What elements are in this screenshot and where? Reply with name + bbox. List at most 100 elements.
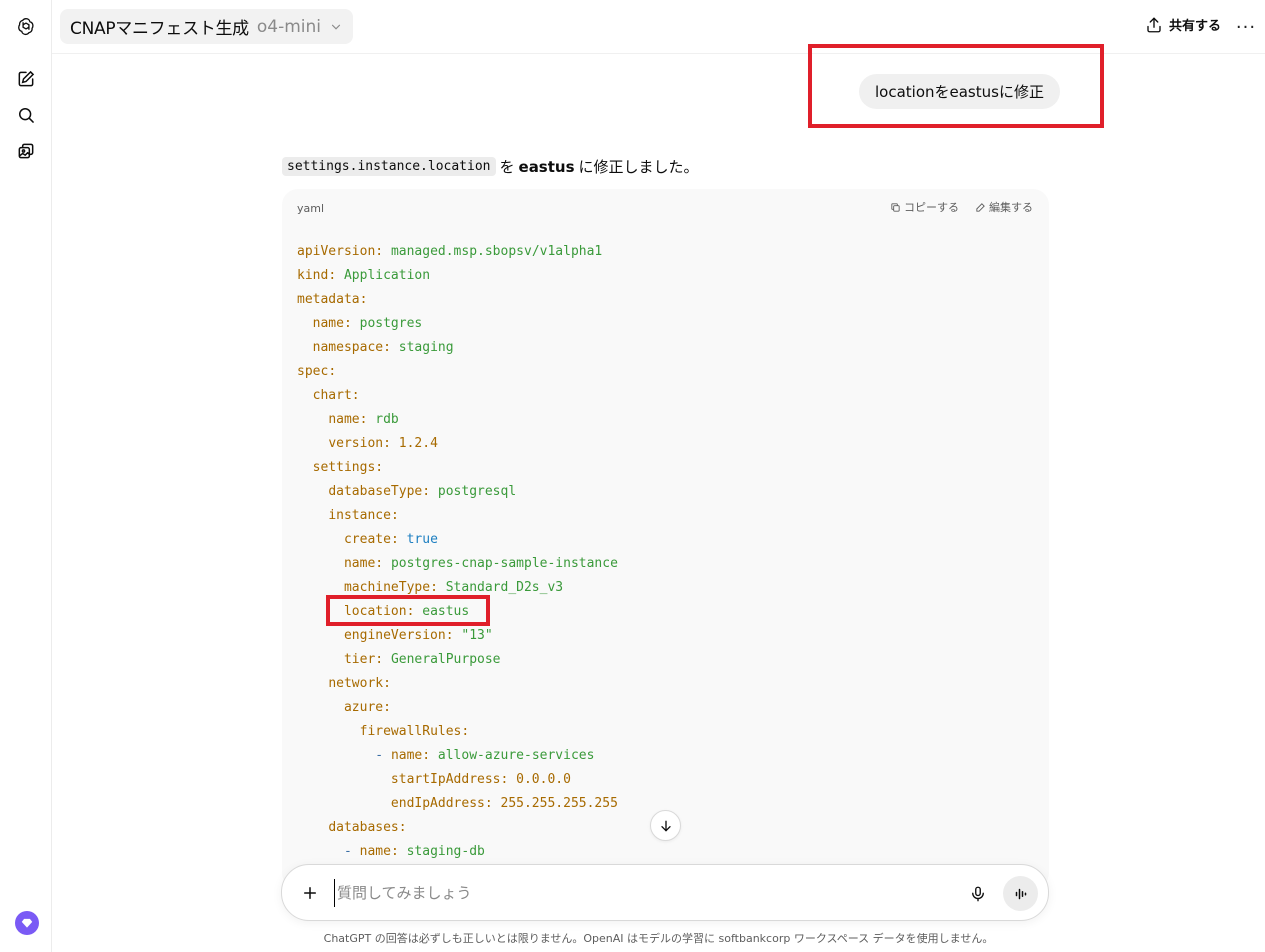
share-icon	[1147, 17, 1161, 32]
yaml-value: Standard_D2s_v3	[445, 580, 564, 595]
chevron-down-icon	[331, 24, 341, 30]
yaml-key: apiVersion	[297, 244, 376, 259]
yaml-key: name	[359, 844, 391, 859]
code-line: startIpAddress: 0.0.0.0	[390, 772, 571, 787]
prompt-input[interactable]	[334, 879, 954, 907]
code-line: instance:	[328, 508, 399, 523]
location-line-highlight	[326, 595, 490, 626]
microphone-icon	[972, 886, 984, 902]
yaml-value: GeneralPurpose	[390, 652, 501, 667]
copy-icon	[891, 202, 900, 212]
yaml-key: instance	[328, 508, 391, 523]
yaml-value: staging	[398, 340, 454, 355]
code-line: metadata:	[297, 292, 368, 307]
code-line: kind: Application	[297, 268, 431, 283]
yaml-key: name	[390, 748, 423, 763]
sidebar	[0, 0, 52, 952]
share-button[interactable]: 共有する	[1145, 15, 1221, 34]
yaml-value: 255.255.255.255	[500, 796, 618, 811]
code-line: create: true	[343, 532, 438, 547]
edit-label: 編集する	[989, 201, 1033, 214]
code-line: engineVersion: "13"	[343, 628, 493, 643]
library-icon[interactable]	[13, 138, 39, 164]
disclaimer-text: ChatGPT の回答は必ずしも正しいとは限りません。OpenAI はモデルの学…	[323, 932, 994, 945]
yaml-key: azure	[343, 700, 384, 715]
yaml-value: "13"	[461, 628, 493, 643]
yaml-value: rdb	[375, 412, 399, 427]
code-block: yaml コピーする 編集する apiVersion: managed.msp.…	[282, 189, 1049, 889]
openai-logo-icon[interactable]	[13, 13, 39, 39]
yaml-key: name	[312, 316, 344, 331]
code-line: chart:	[312, 388, 360, 403]
yaml-value: postgres-cnap-sample-instance	[390, 556, 618, 571]
yaml-key: spec	[297, 364, 329, 379]
assistant-bold: eastus	[518, 157, 575, 176]
code-line: spec:	[297, 364, 337, 379]
yaml-key: metadata	[297, 292, 360, 307]
edit-code-button[interactable]: 編集する	[975, 199, 1033, 215]
yaml-value: allow-azure-services	[437, 748, 595, 763]
dictate-button[interactable]	[966, 882, 990, 906]
yaml-value: postgres	[359, 316, 423, 331]
code-header: yaml コピーする 編集する	[282, 189, 1049, 225]
code-line: name: rdb	[328, 412, 399, 427]
copy-label: コピーする	[904, 201, 959, 214]
yaml-key: chart	[312, 388, 352, 403]
inline-code: settings.instance.location	[282, 157, 496, 176]
composer	[281, 864, 1049, 921]
code-line: settings:	[312, 460, 384, 475]
code-line: name: postgres-cnap-sample-instance	[343, 556, 618, 571]
plus-icon	[304, 887, 316, 899]
yaml-value: true	[406, 532, 438, 547]
code-line: databaseType: postgresql	[328, 484, 517, 499]
code-line: azure:	[343, 700, 391, 715]
waveform-icon	[1015, 888, 1026, 899]
code-line: firewallRules:	[359, 724, 470, 739]
yaml-key: kind	[297, 268, 329, 283]
code-language: yaml	[297, 202, 325, 215]
yaml-key: network	[328, 676, 384, 691]
yaml-value: postgresql	[437, 484, 517, 499]
yaml-key: databaseType	[328, 484, 423, 499]
yaml-key: name	[343, 556, 376, 571]
voice-mode-button[interactable]	[1003, 876, 1038, 911]
yaml-key: tier	[343, 652, 376, 667]
code-line: - name: allow-azure-services	[375, 748, 595, 763]
yaml-value: staging-db	[406, 844, 485, 859]
code-line: apiVersion: managed.msp.sbopsv/v1alpha1	[297, 244, 603, 259]
yaml-key: machineType	[343, 580, 431, 595]
user-message-bubble: locationをeastusに修正	[859, 74, 1060, 109]
code-line: name: postgres	[312, 316, 423, 331]
pencil-icon	[976, 202, 985, 212]
yaml-key: databases	[328, 820, 399, 835]
yaml-value: managed.msp.sbopsv/v1alpha1	[390, 244, 603, 259]
yaml-key: startIpAddress	[390, 772, 501, 787]
arrow-down-icon	[660, 820, 671, 831]
assistant-message: settings.instance.location を eastus に修正し…	[282, 156, 699, 177]
copy-code-button[interactable]: コピーする	[890, 199, 959, 215]
yaml-key: create	[343, 532, 391, 547]
yaml-value: 1.2.4	[398, 436, 438, 451]
code-line: endIpAddress: 255.255.255.255	[390, 796, 618, 811]
more-options-button[interactable]: ···	[1233, 14, 1259, 40]
yaml-key: namespace	[312, 340, 384, 355]
share-label: 共有する	[1168, 19, 1221, 34]
scroll-down-button[interactable]	[650, 810, 681, 841]
code-line: databases:	[328, 820, 407, 835]
yaml-key: settings	[312, 460, 376, 475]
yaml-key: endIpAddress	[390, 796, 485, 811]
search-icon[interactable]	[13, 102, 39, 128]
model-selector-button[interactable]: CNAPマニフェスト生成 o4-mini	[60, 9, 354, 44]
code-line: namespace: staging	[312, 340, 454, 355]
yaml-key: version	[328, 436, 384, 451]
code-body: apiVersion: managed.msp.sbopsv/v1alpha1 k…	[297, 240, 618, 864]
code-line: version: 1.2.4	[328, 436, 438, 451]
model-selector-title: CNAPマニフェスト生成	[70, 19, 249, 39]
yaml-key: engineVersion	[343, 628, 446, 643]
yaml-key: firewallRules	[359, 724, 462, 739]
model-selector-model: o4-mini	[256, 16, 322, 37]
new-chat-icon[interactable]	[13, 66, 39, 92]
code-line: - name: staging-db	[343, 844, 485, 859]
code-line: tier: GeneralPurpose	[343, 652, 501, 667]
add-attachment-button[interactable]	[298, 881, 322, 905]
